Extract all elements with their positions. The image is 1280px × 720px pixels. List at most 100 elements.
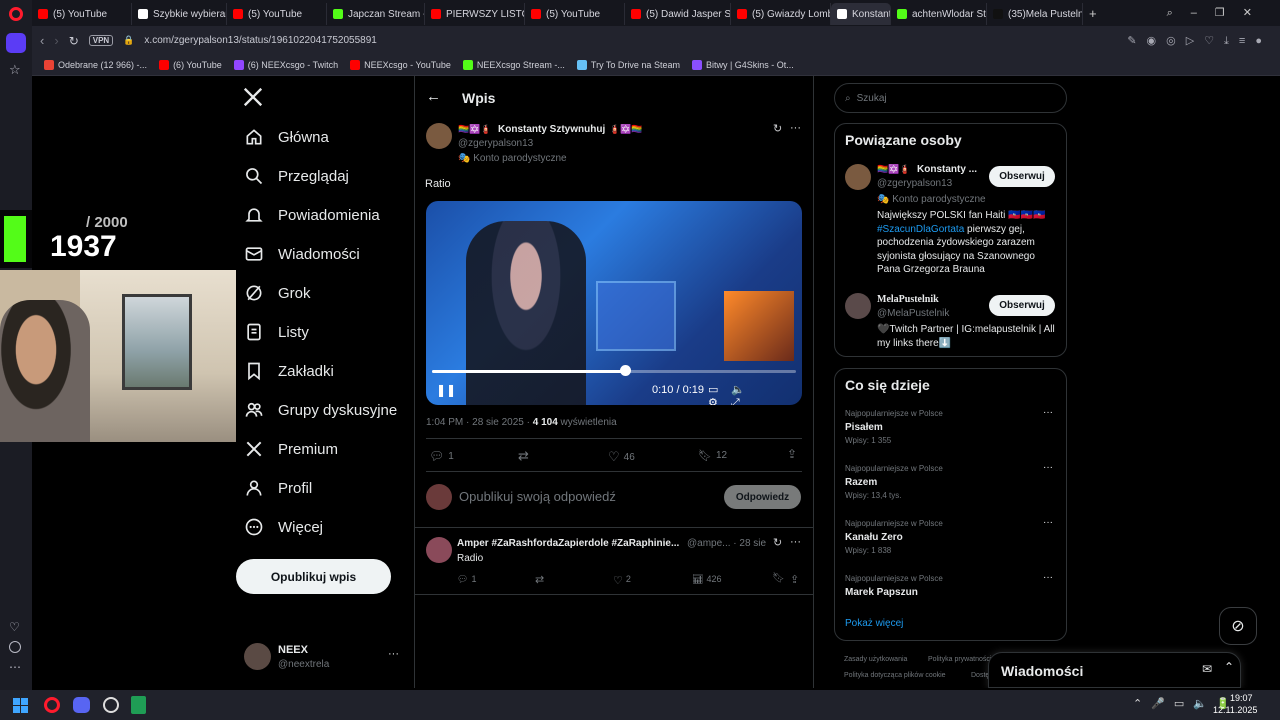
reply-avatar[interactable]	[426, 537, 452, 563]
person-2-avatar[interactable]	[845, 293, 871, 319]
taskbar-date[interactable]: 12.11.2025	[1213, 705, 1257, 715]
reply-grok-icon[interactable]: ↻	[773, 536, 782, 549]
heart-icon[interactable]: ♡	[9, 620, 20, 634]
post-button[interactable]: Opublikuj wpis	[236, 559, 391, 594]
person-1-avatar[interactable]	[845, 164, 871, 190]
footer-terms[interactable]: Zasady użytkowania	[844, 656, 907, 663]
tab-7[interactable]: (5) Gwiazdy Lombard	[731, 3, 831, 25]
tab-5[interactable]: (5) YouTube	[525, 3, 625, 25]
trend-more-icon[interactable]: ···	[1043, 407, 1053, 418]
repost-icon[interactable]: ⇄	[518, 448, 529, 464]
nav-item-3[interactable]: Wiadomości	[244, 244, 360, 264]
person-2-name[interactable]: MelaPustelnik	[877, 294, 939, 305]
bookmark-5[interactable]: Try To Drive na Steam	[576, 60, 680, 70]
video-progress-thumb[interactable]	[619, 365, 631, 376]
video-controls-icons[interactable]: ▭🔈⚙⤢	[708, 383, 802, 405]
person-1-name[interactable]: Konstanty ...	[917, 164, 977, 175]
bookmark-3[interactable]: NEEXcsgo - YouTube	[350, 60, 451, 70]
reply-action[interactable]: 💬︎ 1	[429, 449, 454, 463]
nav-item-0[interactable]: Główna	[244, 127, 329, 147]
trend-more-icon[interactable]: ···	[1043, 517, 1053, 528]
nav-item-8[interactable]: Premium	[244, 439, 338, 459]
author-avatar[interactable]	[426, 123, 452, 149]
tab-8[interactable]: Konstanty S	[831, 3, 891, 25]
discord-taskbar-icon[interactable]	[73, 697, 90, 713]
reload-icon[interactable]: ↻	[69, 34, 79, 48]
more-dots-icon[interactable]: ⋯	[9, 660, 21, 674]
new-message-icon[interactable]: ✉	[1202, 662, 1212, 676]
history-icon[interactable]	[9, 641, 21, 653]
tab-1[interactable]: Szybkie wybieranie	[132, 3, 227, 25]
person-1-follow-button[interactable]: Obserwuj	[989, 166, 1055, 187]
show-more-link[interactable]: Pokaż więcej	[845, 618, 903, 629]
vpn-badge[interactable]: VPN	[88, 35, 114, 46]
tab-6[interactable]: (5) Dawid Jasper SZU	[625, 3, 731, 25]
messages-drawer[interactable]: Wiadomości ✉ ⌃	[988, 652, 1241, 688]
new-tab-icon[interactable]: +	[1089, 6, 1097, 21]
author-handle[interactable]: @zgerypalson13	[458, 138, 533, 149]
search-box[interactable]: ⌕ Szukaj	[834, 83, 1067, 113]
post-more-icon[interactable]: ···	[790, 122, 801, 134]
person-2-follow-button[interactable]: Obserwuj	[989, 295, 1055, 316]
reply-bookmark-icon[interactable]: 🔖︎	[772, 573, 785, 584]
account-more-icon[interactable]: ···	[388, 648, 399, 660]
tab-10[interactable]: (35)Mela Pustelnik ja	[987, 3, 1083, 25]
author-name[interactable]: Konstanty Sztywnuhuj	[498, 124, 605, 135]
grok-floating-button[interactable]: ⊘	[1219, 607, 1257, 645]
account-avatar[interactable]	[244, 643, 271, 670]
back-icon[interactable]: ‹	[40, 33, 44, 48]
tab-0[interactable]: (5) YouTube	[32, 3, 132, 25]
home-sidebar-icon[interactable]	[6, 33, 26, 53]
opera-taskbar-icon[interactable]	[44, 697, 60, 713]
bookmark-6[interactable]: Bitwy | G4Skins - Ot...	[691, 60, 794, 70]
reply-input[interactable]: Opublikuj swoją odpowiedź	[459, 489, 616, 504]
post-timestamp[interactable]: 1:04 PM · 28 sie 2025 ·	[426, 417, 530, 428]
bookmark-4[interactable]: NEEXcsgo Stream -...	[462, 60, 565, 70]
tab-4[interactable]: PIERWSZY LISTOPADO	[425, 3, 525, 25]
reply-button[interactable]: Odpowiedz	[724, 485, 801, 509]
taskbar-time[interactable]: 19:07	[1230, 693, 1253, 703]
bookmark-0[interactable]: Odebrane (12 966) -...	[44, 60, 147, 70]
nav-item-9[interactable]: Profil	[244, 478, 312, 498]
expand-icon[interactable]: ⌃	[1224, 660, 1234, 674]
footer-privacy[interactable]: Polityka prywatności	[928, 656, 991, 663]
like-action[interactable]: ♡ 46	[608, 449, 635, 465]
x-logo-icon[interactable]	[242, 86, 264, 113]
person-1-bio-hashtag[interactable]: #SzacunDlaGortata	[877, 224, 964, 235]
video-progress-track[interactable]	[432, 370, 796, 373]
bookmark-2[interactable]: (6) NEEXcsgo - Twitch	[233, 60, 338, 70]
reply-reply-action[interactable]: 💬︎ 1	[457, 574, 476, 585]
trend-more-icon[interactable]: ···	[1043, 462, 1053, 473]
nav-item-4[interactable]: Grok	[244, 283, 311, 303]
windows-start-icon[interactable]	[13, 698, 28, 713]
video-player[interactable]: ❚❚ 0:10 / 0:19 ▭🔈⚙⤢	[426, 201, 802, 405]
star-icon[interactable]: ☆	[9, 62, 21, 78]
nav-item-1[interactable]: Przeglądaj	[244, 166, 349, 186]
nav-item-2[interactable]: Powiadomienia	[244, 205, 380, 225]
excel-taskbar-icon[interactable]	[131, 696, 146, 714]
nav-item-6[interactable]: Zakładki	[244, 361, 334, 381]
grok-icon[interactable]: ↻	[773, 122, 782, 135]
back-arrow-icon[interactable]: ←	[426, 88, 441, 105]
obs-taskbar-icon[interactable]	[103, 697, 119, 713]
tab-9[interactable]: achtenWlodar Stream	[891, 3, 987, 25]
forward-icon[interactable]: ›	[54, 33, 58, 48]
url-text[interactable]: x.com/zgerypalson13/status/1961022041752…	[144, 35, 1117, 46]
tab-3[interactable]: Japczan Stream - Wat	[327, 3, 425, 25]
trend-more-icon[interactable]: ···	[1043, 572, 1053, 583]
reply-author[interactable]: Amper #ZaRashfordaZapierdole #ZaRaphinie…	[457, 538, 679, 549]
window-controls[interactable]: ⌕–❐✕	[1167, 6, 1270, 20]
tab-2[interactable]: (5) YouTube	[227, 3, 327, 25]
nav-item-7[interactable]: Grupy dyskusyjne	[244, 400, 397, 420]
footer-accessibility[interactable]: Dostę	[971, 672, 989, 679]
nav-item-10[interactable]: Więcej	[244, 517, 323, 537]
footer-cookie[interactable]: Polityka dotycząca plików cookie	[844, 672, 946, 679]
bookmark-action[interactable]: 🔖︎ 12	[698, 449, 727, 462]
reply-more-icon[interactable]: ···	[790, 536, 801, 548]
reply-share-icon[interactable]: ⇪	[790, 573, 799, 586]
toolbar-icons[interactable]: ✎◉◎▷♡⤓≡●	[1127, 34, 1272, 48]
nav-item-5[interactable]: Listy	[244, 322, 309, 342]
reply-views-action[interactable]: 📊︎ 426	[692, 574, 721, 585]
opera-logo-icon[interactable]	[9, 7, 23, 21]
reply-like-action[interactable]: ♡ 2	[613, 574, 631, 587]
